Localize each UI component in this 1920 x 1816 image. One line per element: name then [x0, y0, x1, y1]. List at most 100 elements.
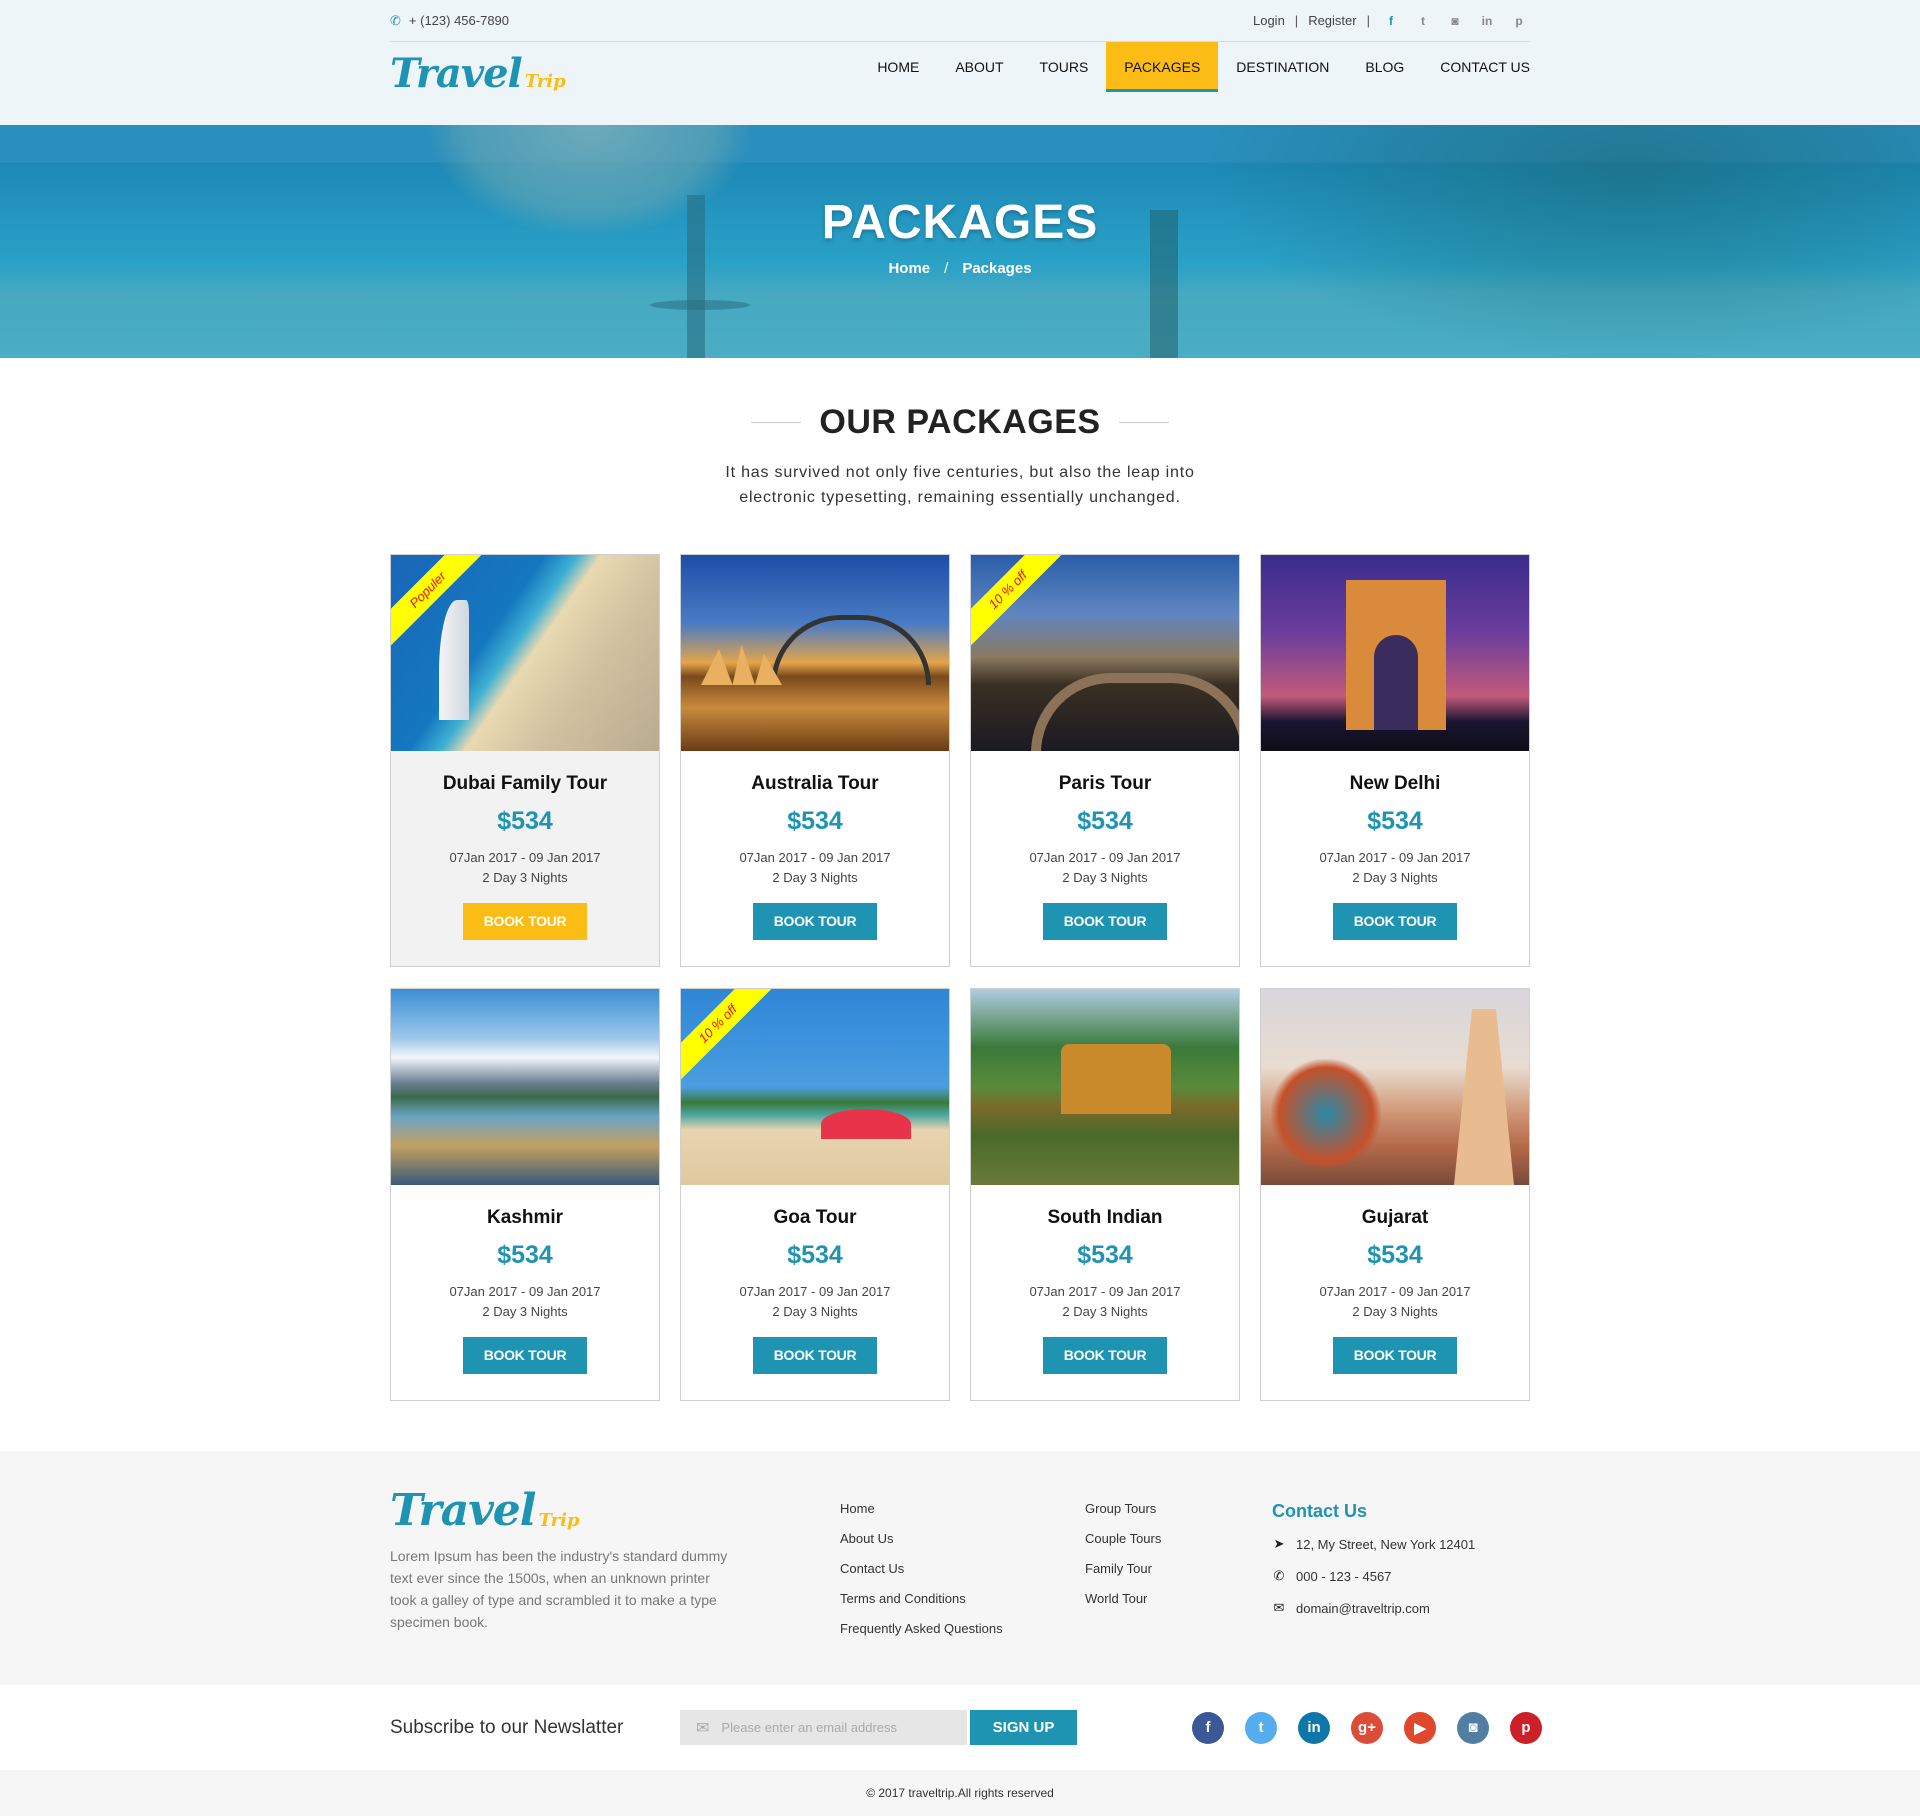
package-price: $534 [1077, 807, 1133, 835]
nav-packages[interactable]: PACKAGES [1106, 42, 1219, 92]
newsletter-label: Subscribe to our Newslatter [390, 1716, 624, 1738]
main-nav: HOME ABOUT TOURS PACKAGES DESTINATION BL… [859, 42, 1530, 92]
pinterest-icon[interactable]: p [1510, 1711, 1542, 1744]
book-tour-button[interactable]: BOOK TOUR [753, 903, 877, 940]
package-title: Paris Tour [1058, 773, 1152, 794]
package-duration: 2 Day 3 Nights [1062, 870, 1148, 885]
email-link[interactable]: domain@traveltrip.com [1296, 1601, 1430, 1616]
nav-about[interactable]: ABOUT [937, 42, 1021, 92]
youtube-icon[interactable]: ▶ [1404, 1711, 1436, 1744]
linkedin-icon[interactable]: in [1298, 1711, 1330, 1744]
package-price: $534 [1077, 1241, 1133, 1269]
logo-accent: Trip [524, 71, 566, 92]
book-tour-button[interactable]: BOOK TOUR [463, 903, 587, 940]
instagram-icon[interactable]: ◙ [1457, 1711, 1489, 1744]
contact-email: ✉ domain@traveltrip.com [1272, 1600, 1475, 1616]
package-price: $534 [497, 1241, 553, 1269]
packages-section: OUR PACKAGES It has survived not only fi… [0, 358, 1920, 1451]
nav-destination[interactable]: DESTINATION [1218, 42, 1347, 92]
footer-link-couple-tours[interactable]: Couple Tours [1085, 1531, 1272, 1561]
footer-about-text: Lorem Ipsum has been the industry's stan… [390, 1548, 728, 1630]
package-image[interactable]: 10 % off [681, 989, 949, 1185]
package-price: $534 [787, 807, 843, 835]
package-image[interactable]: 10 % off [971, 555, 1239, 751]
logo-main: Travel [390, 50, 523, 97]
package-duration: 2 Day 3 Nights [1352, 870, 1438, 885]
package-price: $534 [787, 1241, 843, 1269]
facebook-icon[interactable]: f [1380, 14, 1402, 28]
package-title: Gujarat [1361, 1207, 1429, 1228]
package-card: 10 % off Paris Tour $534 07Jan 2017 - 09… [970, 554, 1240, 967]
package-card: South Indian $534 07Jan 2017 - 09 Jan 20… [970, 988, 1240, 1401]
newsletter-email-input[interactable] [721, 1720, 942, 1735]
twitter-icon[interactable]: t [1412, 14, 1434, 28]
book-tour-button[interactable]: BOOK TOUR [1333, 1337, 1457, 1374]
package-image[interactable] [1261, 555, 1529, 751]
breadcrumb: Home / Packages [0, 260, 1920, 277]
footer-link-group-tours[interactable]: Group Tours [1085, 1501, 1272, 1531]
book-tour-button[interactable]: BOOK TOUR [1043, 1337, 1167, 1374]
google-plus-icon[interactable]: g+ [1351, 1711, 1383, 1744]
package-dates: 07Jan 2017 - 09 Jan 2017 [449, 850, 601, 865]
page-banner: PACKAGES Home / Packages [0, 125, 1920, 358]
package-dates: 07Jan 2017 - 09 Jan 2017 [1319, 850, 1471, 865]
login-link[interactable]: Login [1253, 13, 1285, 28]
phone-icon: ✆ [390, 12, 401, 28]
twitter-icon[interactable]: t [1245, 1711, 1277, 1744]
site-header: ✆ + (123) 456-7890 Login | Register | f … [0, 0, 1920, 125]
footer-link-terms[interactable]: Terms and Conditions [840, 1591, 1085, 1621]
image-detail [771, 615, 931, 685]
package-duration: 2 Day 3 Nights [482, 870, 568, 885]
nav-blog[interactable]: BLOG [1347, 42, 1422, 92]
envelope-icon: ✉ [1273, 1600, 1285, 1615]
package-card: Populer Dubai Family Tour $534 07Jan 201… [390, 554, 660, 967]
book-tour-button[interactable]: BOOK TOUR [1333, 903, 1457, 940]
nav-tours[interactable]: TOURS [1022, 42, 1107, 92]
package-price: $534 [1367, 1241, 1423, 1269]
sign-up-button[interactable]: SIGN UP [970, 1710, 1077, 1745]
package-image[interactable]: Populer [391, 555, 659, 751]
footer-about: Travel Trip Lorem Ipsum has been the ind… [390, 1489, 840, 1651]
footer-link-family-tour[interactable]: Family Tour [1085, 1561, 1272, 1591]
section-heading: OUR PACKAGES [390, 403, 1530, 442]
linkedin-icon[interactable]: in [1476, 14, 1498, 28]
heading-rule-right [1118, 422, 1169, 423]
address-text: 12, My Street, New York 12401 [1296, 1536, 1476, 1552]
package-title: Goa Tour [773, 1207, 857, 1228]
divider: | [1366, 13, 1370, 28]
book-tour-button[interactable]: BOOK TOUR [463, 1337, 587, 1374]
subtitle-line: electronic typesetting, remaining essent… [739, 489, 1181, 506]
book-tour-button[interactable]: BOOK TOUR [1043, 903, 1167, 940]
envelope-icon: ✉ [696, 1719, 710, 1737]
package-image[interactable] [971, 989, 1239, 1185]
register-link[interactable]: Register [1308, 13, 1356, 28]
footer-links-main: Home About Us Contact Us Terms and Condi… [840, 1489, 1085, 1651]
package-duration: 2 Day 3 Nights [482, 1304, 568, 1319]
package-price: $534 [497, 807, 553, 835]
package-image[interactable] [391, 989, 659, 1185]
image-detail [1271, 1059, 1381, 1169]
package-dates: 07Jan 2017 - 09 Jan 2017 [1319, 1284, 1471, 1299]
nav-home[interactable]: HOME [859, 42, 937, 92]
copyright: © 2017 traveltrip.All rights reserved [0, 1770, 1920, 1816]
pinterest-icon[interactable]: p [1508, 14, 1530, 28]
breadcrumb-home[interactable]: Home [888, 260, 930, 277]
package-dates: 07Jan 2017 - 09 Jan 2017 [739, 1284, 891, 1299]
phone-icon: ✆ [1273, 1568, 1285, 1583]
site-logo[interactable]: Travel Trip [390, 54, 566, 94]
footer-link-home[interactable]: Home [840, 1501, 1085, 1531]
image-detail [1454, 1009, 1514, 1185]
instagram-icon[interactable]: ◙ [1444, 14, 1466, 28]
package-image[interactable] [681, 555, 949, 751]
package-image[interactable] [1261, 989, 1529, 1185]
nav-contact-us[interactable]: CONTACT US [1422, 42, 1530, 92]
footer-link-contact-us[interactable]: Contact Us [840, 1561, 1085, 1591]
footer-link-faq[interactable]: Frequently Asked Questions [840, 1621, 1085, 1651]
book-tour-button[interactable]: BOOK TOUR [753, 1337, 877, 1374]
facebook-icon[interactable]: f [1192, 1711, 1224, 1744]
image-detail [1346, 580, 1446, 730]
footer-link-world-tour[interactable]: World Tour [1085, 1591, 1272, 1621]
footer-logo[interactable]: Travel Trip [390, 1489, 840, 1533]
footer-link-about-us[interactable]: About Us [840, 1531, 1085, 1561]
location-arrow-icon: ➤ [1273, 1536, 1285, 1551]
